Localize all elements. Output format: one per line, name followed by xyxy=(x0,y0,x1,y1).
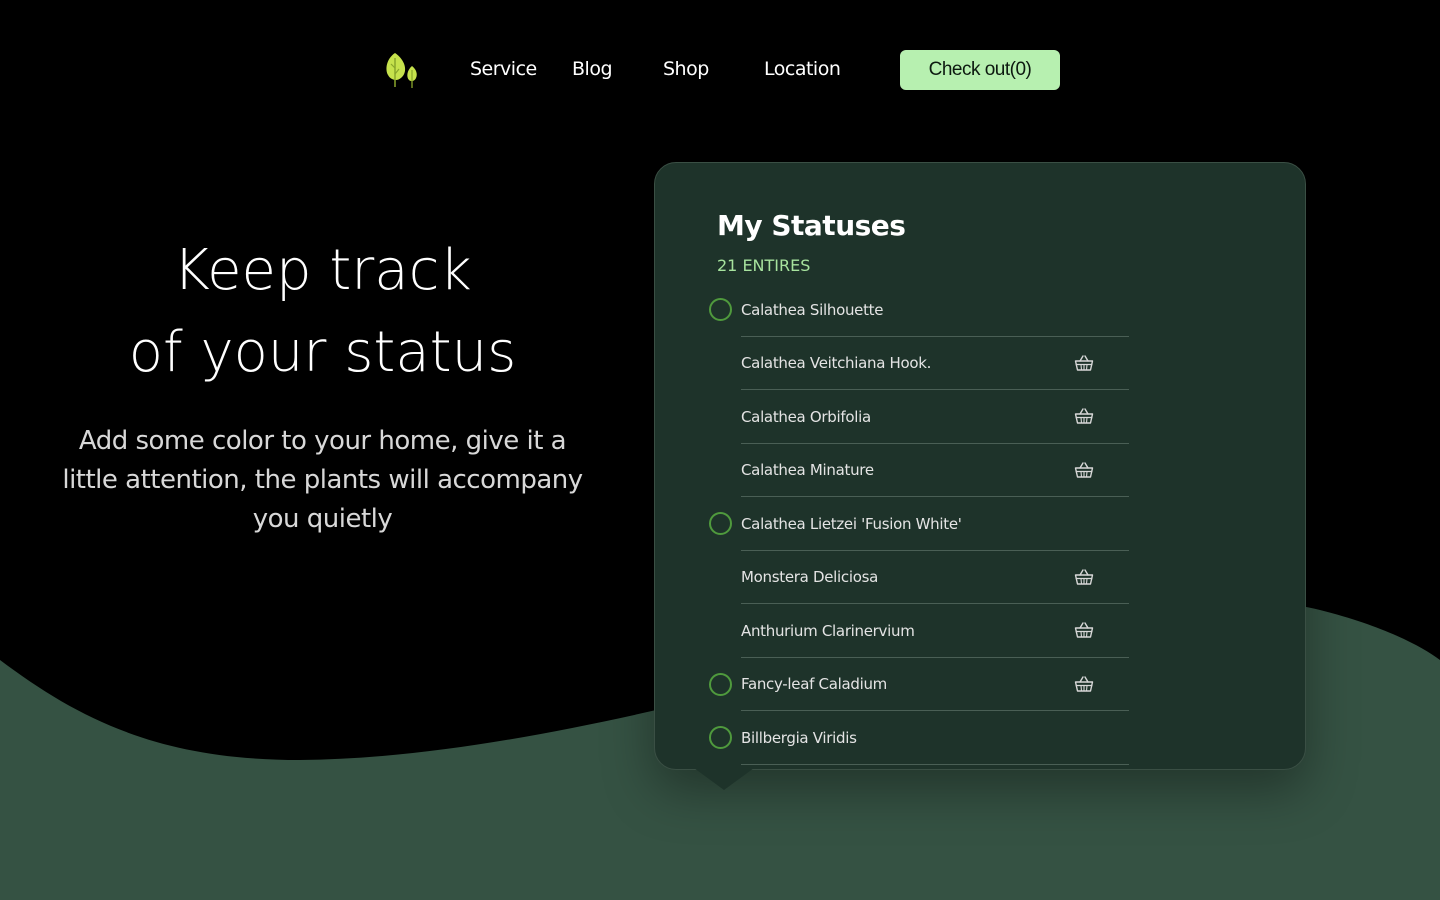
card-title: My Statuses xyxy=(717,209,906,242)
basket-icon[interactable] xyxy=(1074,675,1094,693)
status-circle-icon[interactable] xyxy=(709,298,732,321)
list-item-label: Fancy-leaf Caladium xyxy=(741,675,887,694)
list-item-label: Anthurium Clarinervium xyxy=(741,621,915,640)
list-item-label: Monstera Deliciosa xyxy=(741,568,878,587)
hero-title: Keep track of your status xyxy=(60,230,585,394)
list-item-label: Calathea Minature xyxy=(741,461,874,480)
hero-title-line-2: of your status xyxy=(128,320,517,385)
basket-icon[interactable] xyxy=(1074,621,1094,639)
list-item[interactable]: Calathea Lietzei 'Fusion White' xyxy=(709,497,1129,551)
list-item[interactable]: Billbergia Viridis xyxy=(709,711,1129,765)
top-navigation: Service Blog Shop Location Check out(0) xyxy=(0,0,1440,140)
list-item[interactable]: Anthurium Clarinervium xyxy=(709,604,1129,658)
basket-icon[interactable] xyxy=(1074,354,1094,372)
list-item-label: Calathea Veitchiana Hook. xyxy=(741,354,932,373)
list-item-label: Calathea Silhouette xyxy=(741,300,884,319)
nav-link-shop[interactable]: Shop xyxy=(663,58,709,80)
status-circle-icon[interactable] xyxy=(709,726,732,749)
checkout-button[interactable]: Check out(0) xyxy=(900,50,1060,90)
entries-count: 21 ENTIRES xyxy=(717,256,811,275)
card-pointer xyxy=(694,768,754,790)
list-item[interactable]: Monstera Deliciosa xyxy=(709,551,1129,605)
list-item[interactable]: Calathea Silhouette xyxy=(709,283,1129,337)
hero-title-line-1: Keep track xyxy=(173,238,472,303)
nav-link-service[interactable]: Service xyxy=(470,58,537,80)
statuses-card: My Statuses 21 ENTIRES Calathea Silhouet… xyxy=(654,162,1306,770)
status-circle-icon[interactable] xyxy=(709,512,732,535)
nav-link-location[interactable]: Location xyxy=(764,58,841,80)
list-item[interactable]: Calathea Veitchiana Hook. xyxy=(709,337,1129,391)
status-list: Calathea Silhouette Calathea Veitchiana H… xyxy=(709,283,1129,765)
nav-link-blog[interactable]: Blog xyxy=(572,58,613,80)
list-item-label: Calathea Lietzei 'Fusion White' xyxy=(741,514,962,533)
list-item[interactable]: Calathea Orbifolia xyxy=(709,390,1129,444)
list-item-label: Calathea Orbifolia xyxy=(741,407,871,426)
basket-icon[interactable] xyxy=(1074,568,1094,586)
list-item[interactable]: Fancy-leaf Caladium xyxy=(709,658,1129,712)
hero-subtitle: Add some color to your home, give it a l… xyxy=(62,426,583,534)
leaf-logo-icon[interactable] xyxy=(382,50,422,90)
list-item[interactable]: Calathea Minature xyxy=(709,444,1129,498)
basket-icon[interactable] xyxy=(1074,461,1094,479)
basket-icon[interactable] xyxy=(1074,407,1094,425)
status-circle-icon[interactable] xyxy=(709,672,732,696)
list-item-label: Billbergia Viridis xyxy=(741,728,857,747)
